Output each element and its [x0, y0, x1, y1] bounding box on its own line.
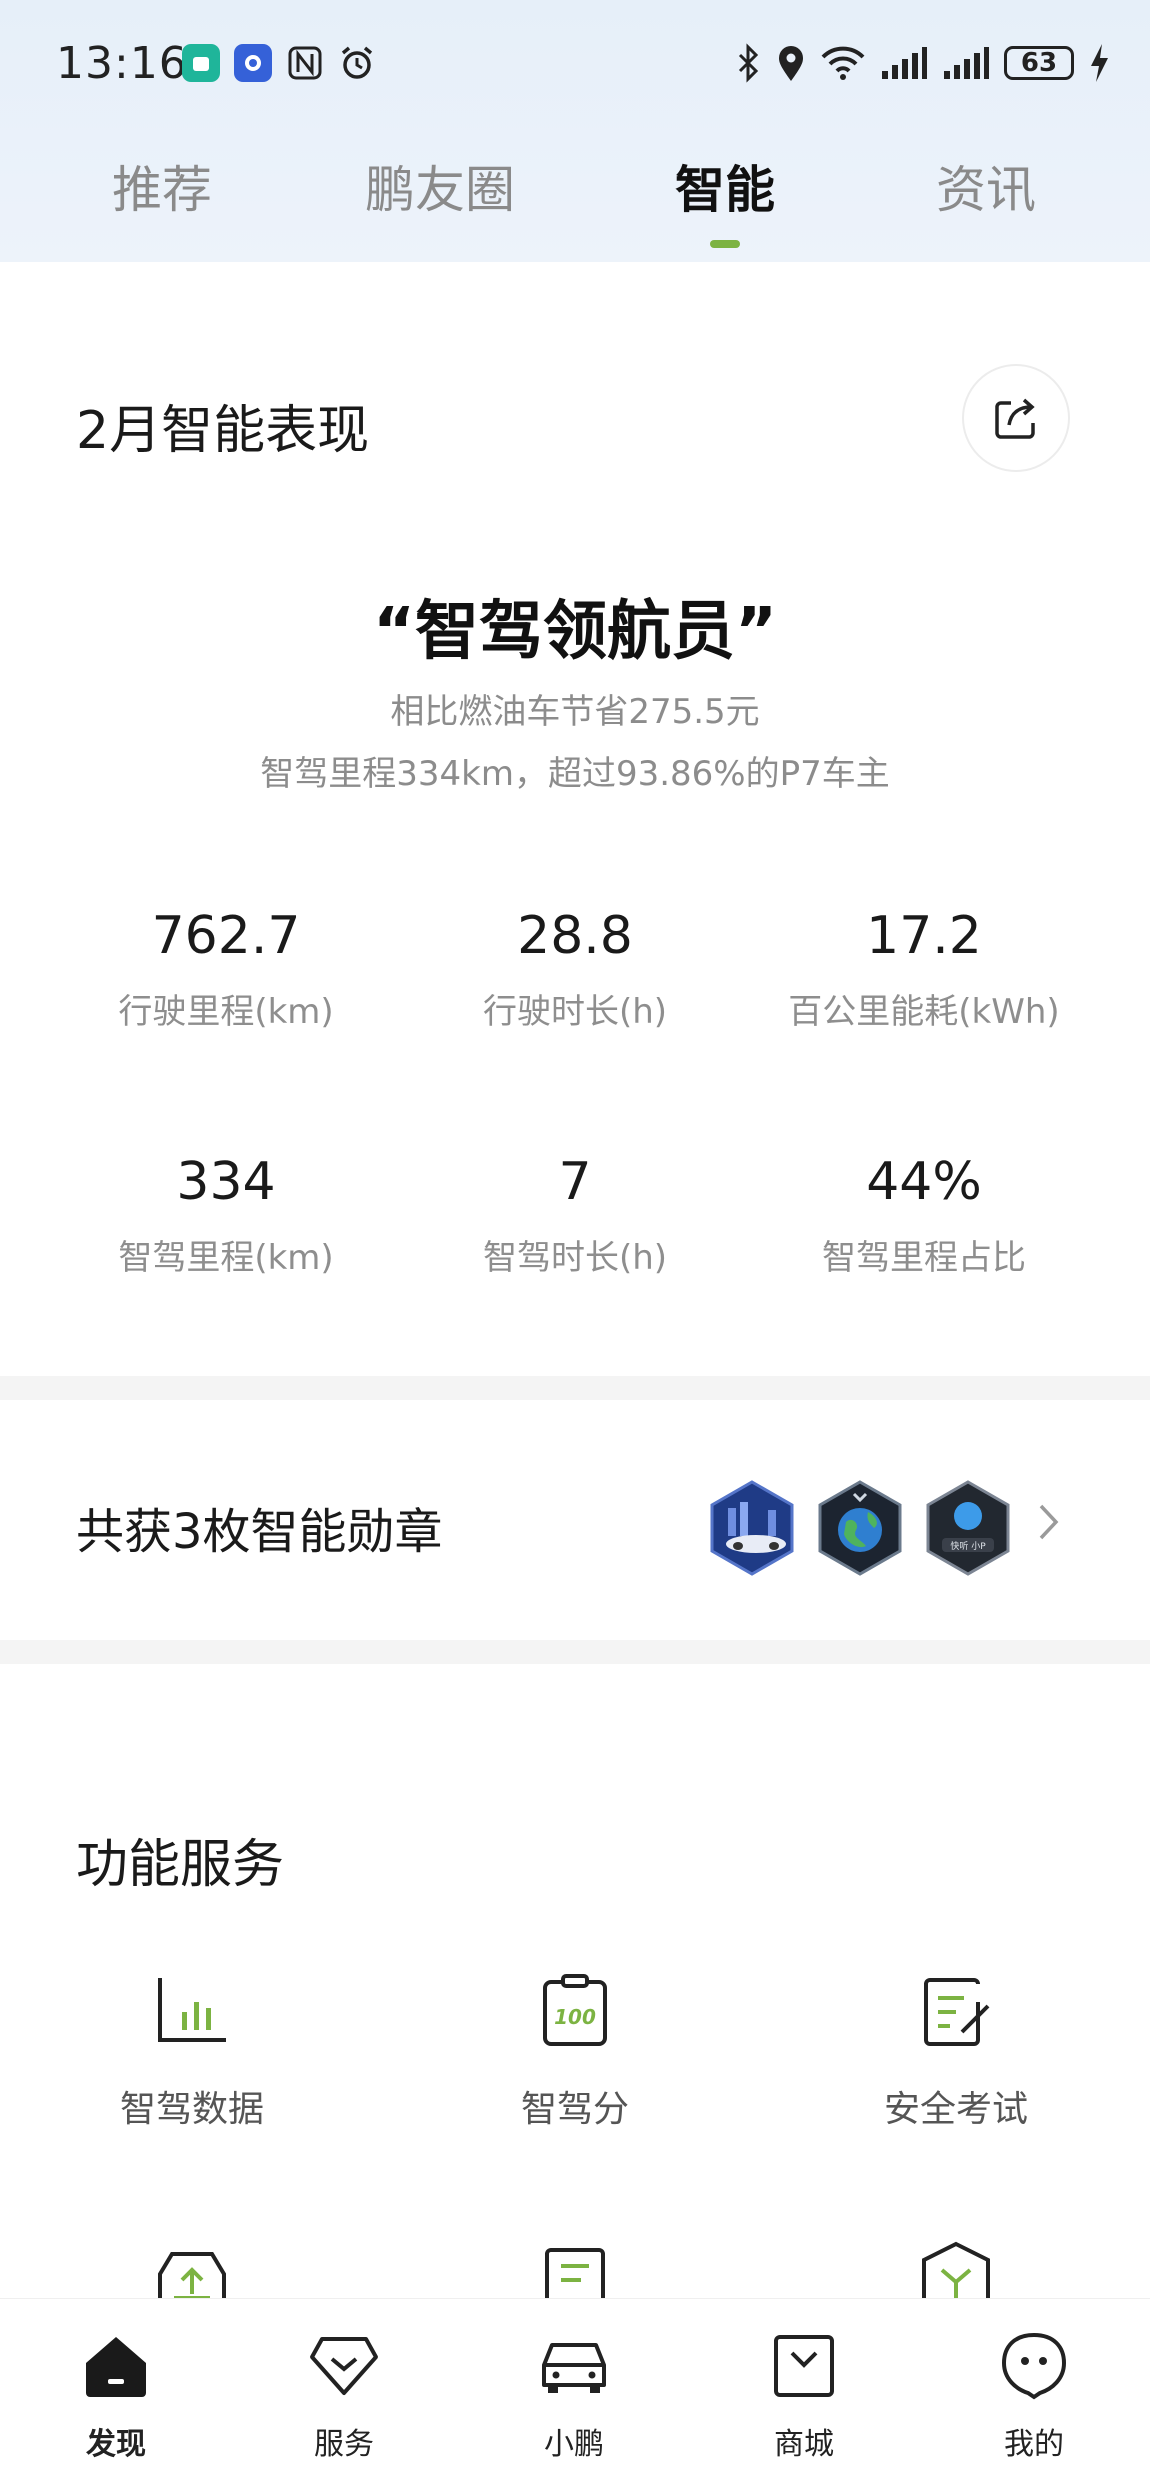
service-car-upgrade[interactable] [42, 2240, 342, 2298]
share-button[interactable] [962, 364, 1070, 472]
signal-icon [882, 47, 927, 79]
stat-label: 行驶时长(h) [482, 992, 668, 1032]
stat-assist-time: 7 智驾时长(h) [395, 1152, 755, 1279]
notification-icons [182, 44, 376, 82]
tab-intelligence[interactable]: 智能 [625, 150, 825, 222]
stat-driving-distance: 762.7 行驶里程(km) [46, 906, 406, 1033]
nav-xpeng[interactable]: 小鹏 [494, 2329, 654, 2463]
service-smart-driving-score[interactable]: 100 智驾分 [425, 1972, 725, 2132]
package-icon [922, 2241, 990, 2298]
service-safety-exam[interactable]: 安全考试 [806, 1972, 1106, 2132]
stat-label: 智驾里程占比 [822, 1238, 1026, 1278]
stat-label: 智驾时长(h) [482, 1238, 668, 1278]
stat-driving-time: 28.8 行驶时长(h) [395, 906, 755, 1033]
stat-energy-consumption: 17.2 百公里能耗(kWh) [744, 906, 1104, 1033]
nav-label: 小鹏 [544, 2427, 604, 2462]
service-label: 智驾分 [520, 2089, 629, 2130]
bluetooth-icon [738, 43, 759, 83]
nav-label: 我的 [1004, 2427, 1064, 2462]
system-icons: 63 [736, 42, 1110, 84]
nav-mall[interactable]: 商城 [724, 2329, 884, 2463]
nav-service[interactable]: 服务 [264, 2329, 424, 2463]
location-icon [779, 46, 803, 81]
nav-profile[interactable]: 我的 [954, 2329, 1114, 2463]
tab-community[interactable]: 鹏友圈 [340, 150, 540, 222]
medals-row[interactable]: 共获3枚智能勋章 快听 小P [0, 1400, 1150, 1640]
mi-home-icon [182, 44, 220, 82]
score-text: 100 [554, 2005, 596, 2029]
nav-label: 服务 [314, 2427, 374, 2462]
stat-assist-ratio: 44% 智驾里程占比 [744, 1152, 1104, 1279]
service-document[interactable] [425, 2240, 725, 2298]
section-divider [0, 1640, 1150, 1664]
diamond-icon [310, 2337, 378, 2395]
chevron-right-icon[interactable] [1036, 1500, 1062, 1544]
top-tab-bar: 推荐 鹏友圈 智能 资讯 [0, 150, 1150, 260]
stat-value: 17.2 [866, 906, 982, 966]
shopping-bag-icon [774, 2335, 834, 2397]
nav-discover[interactable]: 发现 [36, 2329, 196, 2463]
stat-label: 智驾里程(km) [118, 1238, 334, 1278]
medal-caption: 快听 小P [950, 1540, 986, 1552]
charging-icon [1091, 44, 1108, 82]
section-divider [0, 1376, 1150, 1400]
stat-label: 百公里能耗(kWh) [788, 992, 1060, 1032]
medals-title: 共获3枚智能勋章 [76, 1504, 443, 1560]
active-tab-indicator [710, 240, 740, 248]
stat-value: 7 [558, 1152, 592, 1212]
exam-edit-icon [924, 1978, 990, 2046]
tab-news[interactable]: 资讯 [886, 150, 1086, 222]
service-smart-driving-data[interactable]: 智驾数据 [42, 1972, 342, 2132]
earth-medal-icon [818, 1480, 902, 1576]
nav-label: 商城 [774, 2427, 834, 2462]
wifi-icon [821, 46, 865, 80]
car-upgrade-icon [158, 2252, 226, 2298]
service-label: 安全考试 [883, 2089, 1028, 2130]
app-icon [234, 44, 272, 82]
monthly-summary-title: 2月智能表现 [76, 401, 370, 461]
stat-value: 44% [866, 1152, 982, 1212]
bottom-navigation: 发现 服务 小鹏 商城 我的 [0, 2298, 1150, 2484]
document-icon [545, 2248, 605, 2298]
city-medal-icon [710, 1480, 794, 1576]
stat-label: 行驶里程(km) [118, 992, 334, 1032]
battery-level: 63 [1020, 48, 1058, 78]
stat-value: 762.7 [151, 906, 301, 966]
driving-badge-title: “智驾领航员” [372, 595, 778, 669]
status-bar: 13:16 63 [0, 0, 1150, 130]
signal-icon [944, 47, 989, 79]
score-clipboard-icon: 100 [543, 1974, 607, 2046]
car-icon [542, 2343, 606, 2393]
share-icon [995, 398, 1035, 439]
status-time: 13:16 [56, 38, 188, 89]
service-label: 智驾数据 [119, 2089, 264, 2130]
assist-mileage-text: 智驾里程334km，超过93.86%的P7车主 [260, 754, 890, 794]
fuel-savings-text: 相比燃油车节省275.5元 [390, 692, 760, 732]
profile-face-icon [1001, 2332, 1067, 2400]
home-icon [86, 2337, 146, 2397]
tab-recommend[interactable]: 推荐 [62, 150, 262, 222]
voice-assistant-medal-icon: 快听 小P [926, 1480, 1010, 1576]
services-title: 功能服务 [76, 1835, 285, 1895]
nav-label: 发现 [86, 2427, 146, 2462]
service-package[interactable] [806, 2240, 1106, 2298]
stat-value: 334 [176, 1152, 276, 1212]
nfc-icon [286, 44, 324, 82]
stat-value: 28.8 [517, 906, 633, 966]
bar-chart-icon [158, 1978, 226, 2042]
alarm-icon [338, 44, 376, 82]
battery-indicator: 63 [1004, 46, 1074, 80]
stat-assist-distance: 334 智驾里程(km) [46, 1152, 406, 1279]
